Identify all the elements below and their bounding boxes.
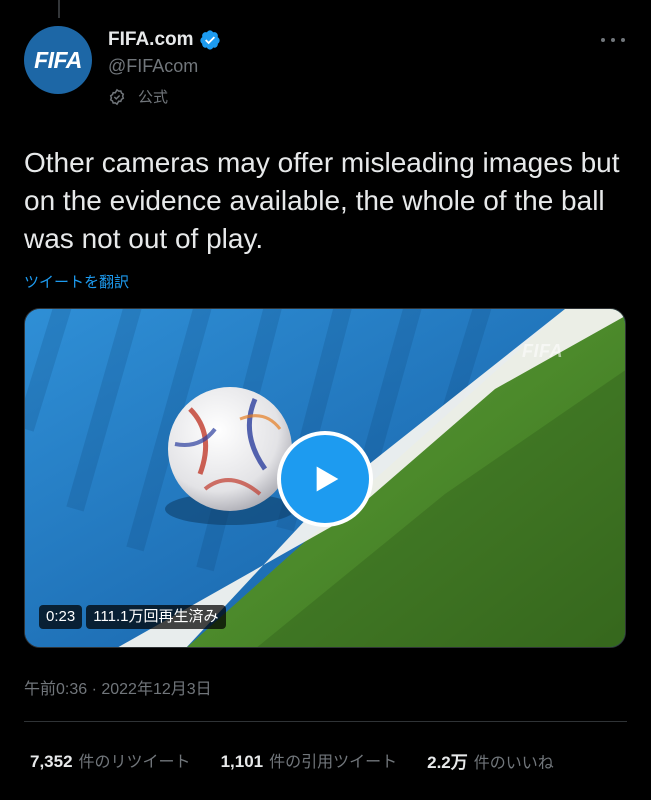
play-icon — [316, 466, 339, 492]
more-dot — [611, 38, 615, 42]
official-label-row: 公式 — [108, 86, 221, 107]
quote-tweets-stat[interactable]: 1,101 件の引用ツイート — [221, 748, 398, 773]
video-watermark: FIFA — [522, 341, 563, 361]
video-duration: 0:23 — [39, 605, 83, 629]
avatar[interactable]: FIFA — [24, 26, 92, 94]
likes-count: 2.2万 — [427, 753, 468, 772]
thread-connector-line — [58, 0, 60, 18]
quote-tweets-label: 件の引用ツイート — [269, 754, 398, 771]
video-player[interactable]: FIFA 0:23 111.1万回再生済み — [24, 308, 626, 648]
tweet-text: Other cameras may offer misleading image… — [24, 147, 620, 254]
engagement-stats: 7,352 件のリツイート 1,101 件の引用ツイート 2.2万 件のいいね — [30, 748, 554, 773]
more-dot — [601, 38, 605, 42]
retweets-label: 件のリツイート — [78, 754, 191, 771]
official-label: 公式 — [138, 89, 169, 106]
translate-tweet-link[interactable]: ツイートを翻訳 — [24, 271, 129, 292]
verified-badge-icon[interactable] — [199, 29, 221, 51]
likes-stat[interactable]: 2.2万 件のいいね — [427, 748, 554, 773]
video-info-overlay: 0:23 111.1万回再生済み — [39, 605, 226, 629]
quote-tweets-count: 1,101 — [220, 752, 264, 771]
account-header: FIFA.com @FIFAcom 公式 — [108, 28, 221, 107]
tweet-timestamp[interactable]: 午前0:36 · 2022年12月3日 — [24, 675, 212, 699]
likes-label: 件のいいね — [473, 755, 554, 772]
retweets-count: 7,352 — [30, 752, 73, 771]
more-dots-icon[interactable] — [601, 30, 625, 50]
name-row: FIFA.com — [108, 28, 221, 52]
avatar-logo-text: FIFA — [34, 46, 82, 73]
play-button[interactable] — [277, 431, 373, 527]
official-check-icon — [109, 88, 125, 105]
display-name[interactable]: FIFA.com — [108, 29, 194, 51]
video-view-count: 111.1万回再生済み — [86, 605, 226, 629]
divider — [24, 721, 627, 722]
retweets-stat[interactable]: 7,352 件のリツイート — [30, 748, 191, 773]
more-dot — [621, 38, 625, 42]
account-handle[interactable]: @FIFAcom — [108, 56, 221, 77]
